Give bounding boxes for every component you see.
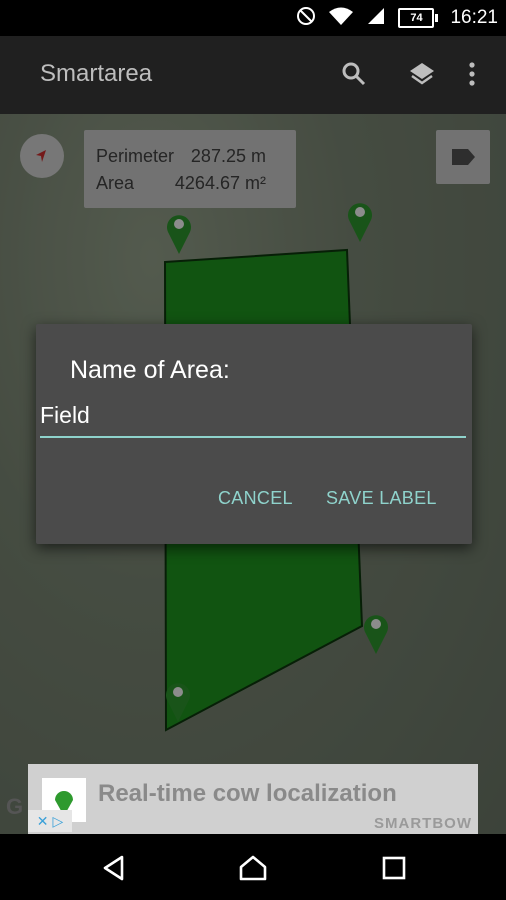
dialog-title: Name of Area: (70, 356, 230, 384)
info-icon[interactable]: ▷ (52, 813, 63, 830)
area-name-input[interactable] (40, 394, 466, 438)
navigation-bar (0, 834, 506, 900)
app-title: Smartarea (40, 60, 153, 87)
adchoices-icon[interactable]: ✕ ▷ (28, 810, 72, 832)
status-icons: 74 16:21 (296, 6, 498, 30)
search-icon[interactable] (338, 58, 370, 90)
cancel-button[interactable]: CANCEL (218, 488, 293, 509)
back-icon[interactable] (94, 848, 134, 888)
save-label-button[interactable]: SAVE LABEL (326, 488, 437, 509)
close-icon[interactable]: ✕ (37, 813, 49, 830)
name-area-dialog: Name of Area: CANCEL SAVE LABEL (36, 324, 472, 544)
wifi-icon (328, 6, 354, 31)
battery-level: 74 (398, 8, 435, 28)
home-icon[interactable] (233, 848, 273, 888)
battery-icon: 74 (398, 8, 439, 28)
signal-icon (366, 6, 386, 31)
ad-headline: Real-time cow localization (98, 780, 397, 807)
status-bar: 74 16:21 (0, 0, 506, 36)
do-not-disturb-icon (296, 6, 316, 31)
ad-banner[interactable]: Real-time cow localization SMARTBOW (28, 764, 478, 834)
ad-brand: SMARTBOW (374, 815, 472, 832)
app-bar: Smartarea (0, 36, 506, 114)
recents-icon[interactable] (374, 848, 414, 888)
clock: 16:21 (450, 7, 498, 28)
google-logo: G (6, 794, 24, 819)
more-vert-icon[interactable] (456, 58, 488, 90)
layers-icon[interactable] (406, 58, 438, 90)
